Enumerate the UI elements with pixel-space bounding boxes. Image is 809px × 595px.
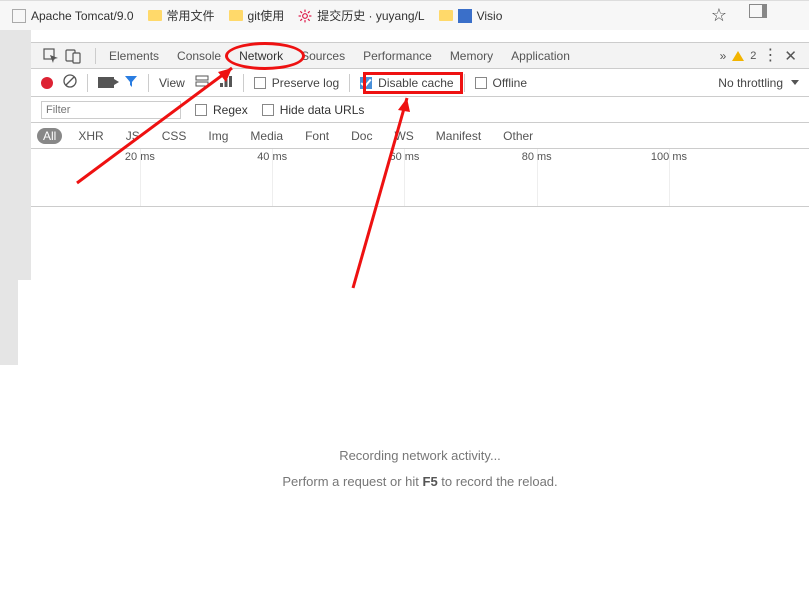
- divider: [349, 74, 350, 92]
- preserve-log-label: Preserve log: [272, 76, 339, 90]
- cat-media[interactable]: Media: [244, 128, 289, 144]
- cat-manifest[interactable]: Manifest: [430, 128, 487, 144]
- overview-icon[interactable]: [219, 74, 233, 91]
- network-timeline[interactable]: 20 ms 40 ms 60 ms 80 ms 100 ms: [31, 149, 809, 207]
- devtools-tabs: Elements Console Network Sources Perform…: [31, 43, 809, 69]
- divider: [243, 74, 244, 92]
- bookmark-label: git使用: [248, 7, 285, 24]
- bookmark-item[interactable]: git使用: [229, 7, 285, 24]
- view-label: View: [159, 76, 185, 90]
- clear-button[interactable]: [63, 74, 77, 91]
- preserve-log-checkbox[interactable]: Preserve log: [254, 76, 339, 90]
- network-filter-bar: Regex Hide data URLs: [31, 97, 809, 123]
- bookmark-item[interactable]: 常用文件: [148, 7, 215, 24]
- filter-toggle-icon[interactable]: [124, 74, 138, 91]
- bookmark-item[interactable]: 提交历史 · yuyang/L: [298, 7, 424, 24]
- tl-tick: 100 ms: [651, 151, 687, 163]
- tl-tick: 20 ms: [125, 151, 155, 163]
- bookmark-label: 常用文件: [167, 7, 215, 24]
- cat-css[interactable]: CSS: [156, 128, 193, 144]
- bookmark-star-icon[interactable]: ☆: [711, 5, 727, 26]
- bookmark-item[interactable]: Visio: [439, 9, 503, 23]
- overflow-chevron-icon[interactable]: »: [720, 49, 727, 63]
- cat-img[interactable]: Img: [202, 128, 234, 144]
- bookmarks-bar: Apache Tomcat/9.0 常用文件 git使用 提交历史 · yuya…: [0, 0, 809, 30]
- network-toolbar: View Preserve log Disable cache Offline …: [31, 69, 809, 97]
- gear-icon: [298, 9, 312, 23]
- page-gutter: [0, 30, 31, 280]
- chevron-down-icon[interactable]: [791, 80, 799, 85]
- empty-line-1: Recording network activity...: [31, 443, 809, 469]
- tl-tick: 80 ms: [522, 151, 552, 163]
- tab-performance[interactable]: Performance: [354, 43, 441, 69]
- network-categories: All XHR JS CSS Img Media Font Doc WS Man…: [31, 123, 809, 149]
- visio-icon: [458, 9, 472, 23]
- device-toggle-icon[interactable]: [65, 48, 81, 64]
- page-favicon: [12, 9, 26, 23]
- tab-sources[interactable]: Sources: [292, 43, 354, 69]
- network-empty-state: Recording network activity... Perform a …: [31, 443, 809, 495]
- tl-tick: 60 ms: [389, 151, 419, 163]
- offline-label: Offline: [493, 76, 527, 90]
- bookmark-label: 提交历史 · yuyang/L: [317, 7, 424, 24]
- warning-count: 2: [750, 50, 756, 62]
- checkbox-icon: [475, 77, 487, 89]
- checkbox-icon: [360, 77, 372, 89]
- cat-doc[interactable]: Doc: [345, 128, 378, 144]
- folder-icon: [148, 10, 162, 21]
- tab-memory[interactable]: Memory: [441, 43, 502, 69]
- kebab-menu-icon[interactable]: ⋮: [762, 51, 778, 61]
- checkbox-icon: [195, 104, 207, 116]
- checkbox-icon: [262, 104, 274, 116]
- bookmark-label: Apache Tomcat/9.0: [31, 9, 134, 23]
- cat-font[interactable]: Font: [299, 128, 335, 144]
- empty-line-2: Perform a request or hit F5 to record th…: [31, 469, 809, 495]
- divider: [87, 74, 88, 92]
- regex-label: Regex: [213, 103, 248, 117]
- cat-js[interactable]: JS: [120, 128, 146, 144]
- folder-icon: [229, 10, 243, 21]
- tl-tick: 40 ms: [257, 151, 287, 163]
- tab-application[interactable]: Application: [502, 43, 579, 69]
- close-icon[interactable]: ✕: [784, 47, 797, 65]
- divider: [464, 74, 465, 92]
- checkbox-icon: [254, 77, 266, 89]
- cat-other[interactable]: Other: [497, 128, 539, 144]
- bookmark-label: Visio: [477, 9, 503, 23]
- throttling-select[interactable]: No throttling: [718, 76, 783, 90]
- hide-data-label: Hide data URLs: [280, 103, 365, 117]
- inspect-element-icon[interactable]: [43, 48, 59, 64]
- cat-ws[interactable]: WS: [388, 128, 419, 144]
- cat-all[interactable]: All: [37, 128, 62, 144]
- screenshot-icon[interactable]: [98, 77, 114, 88]
- folder-icon: [439, 10, 453, 21]
- filter-input[interactable]: [41, 101, 181, 119]
- offline-checkbox[interactable]: Offline: [475, 76, 527, 90]
- divider: [95, 48, 96, 64]
- hide-data-urls-checkbox[interactable]: Hide data URLs: [262, 103, 365, 117]
- bookmark-item[interactable]: Apache Tomcat/9.0: [12, 9, 134, 23]
- disable-cache-checkbox[interactable]: Disable cache: [360, 76, 453, 90]
- window-dock-icon[interactable]: [749, 4, 767, 18]
- cat-xhr[interactable]: XHR: [72, 128, 109, 144]
- tab-elements[interactable]: Elements: [100, 43, 168, 69]
- divider: [148, 74, 149, 92]
- warning-icon[interactable]: [732, 51, 744, 61]
- page-gutter: [0, 280, 18, 365]
- record-button[interactable]: [41, 77, 53, 89]
- regex-checkbox[interactable]: Regex: [195, 103, 248, 117]
- disable-cache-label: Disable cache: [378, 76, 453, 90]
- tab-network[interactable]: Network: [230, 43, 292, 69]
- devtools-panel: Elements Console Network Sources Perform…: [31, 42, 809, 595]
- tab-console[interactable]: Console: [168, 43, 230, 69]
- large-rows-icon[interactable]: [195, 74, 209, 91]
